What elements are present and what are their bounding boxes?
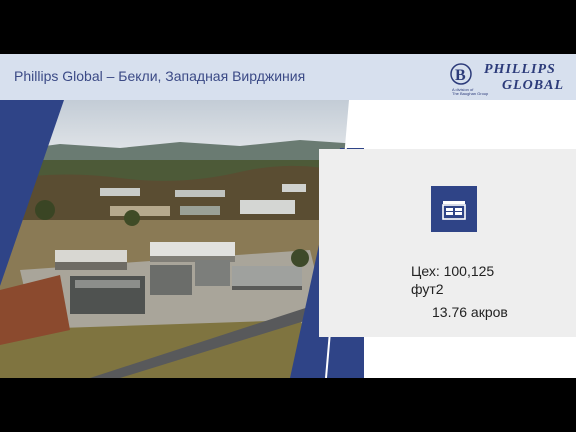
shop-area-line-2: фут2	[411, 281, 444, 297]
shop-area-stat: Цех: 100,125 фут2	[411, 262, 494, 298]
slide: Phillips Global – Бекли, Западная Вирджи…	[0, 54, 576, 378]
warehouse-icon	[431, 186, 477, 232]
logo-emblem-icon: B	[450, 63, 472, 85]
svg-text:B: B	[455, 67, 466, 84]
logo-word-global: Global	[502, 78, 564, 93]
slide-title: Phillips Global – Бекли, Западная Вирджи…	[14, 68, 306, 84]
acreage-stat: 13.76 акров	[432, 304, 508, 320]
shop-area-line-1: Цех: 100,125	[411, 263, 495, 279]
logo-tagline-2: The Baughan Group	[452, 91, 489, 96]
slide-header: Phillips Global – Бекли, Западная Вирджи…	[0, 54, 576, 100]
phillips-global-logo: B A division of The Baughan Group Philli…	[450, 59, 570, 96]
logo-word-phillips: Phillips	[484, 62, 556, 77]
